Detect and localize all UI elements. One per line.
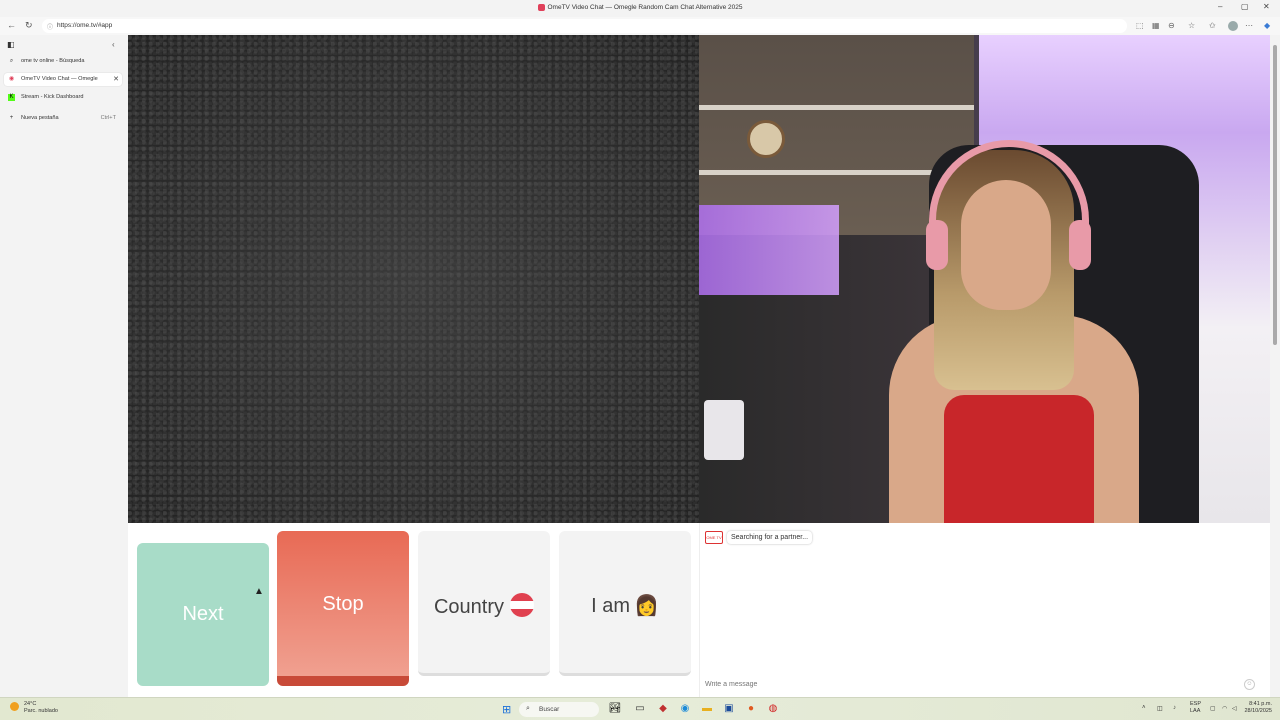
page-scrollbar[interactable]	[1270, 35, 1280, 697]
favorite-star-icon[interactable]: ☆	[1188, 21, 1195, 30]
ometv-app: Next Stop Country I am 👩 ▲ OME TV Searchin…	[128, 35, 1270, 697]
search-icon: ⌕	[526, 705, 530, 712]
new-tab-shortcut: Ctrl+T	[100, 115, 116, 121]
new-tab-label: Nueva pestaña	[21, 115, 59, 121]
country-label: Country	[433, 596, 505, 618]
display-icon[interactable]: ▢	[1210, 705, 1216, 712]
tab-label: OmeTV Video Chat — Omegle Random Cam Cha…	[21, 76, 99, 82]
app-icon[interactable]: ◆	[656, 702, 670, 716]
collapse-sidebar-icon[interactable]: ‹	[112, 40, 115, 49]
more-menu-icon[interactable]: ⋯	[1245, 21, 1253, 30]
tab-label: ome tv online - Búsqueda	[21, 58, 85, 64]
emoji-icon[interactable]: ☺	[1244, 679, 1255, 690]
profile-avatar[interactable]	[1228, 21, 1238, 31]
apps-icon[interactable]: ▦	[1152, 21, 1160, 30]
close-window-button[interactable]: ✕	[1263, 2, 1270, 11]
widgets-icon[interactable]: 🏞	[608, 702, 622, 716]
country-button[interactable]: Country	[418, 531, 550, 676]
wifi-icon[interactable]: ◠	[1222, 705, 1227, 712]
ometv-favicon	[537, 4, 545, 11]
search-icon: ⌕	[9, 58, 14, 64]
weather-icon	[10, 702, 19, 711]
reader-icon[interactable]: ⊖	[1168, 21, 1175, 30]
microphone-icon[interactable]: ♪	[1173, 705, 1176, 711]
search-status: Searching for a partner...	[727, 531, 813, 544]
tray-overflow-icon[interactable]: ˄	[1142, 705, 1146, 711]
store-icon[interactable]: ▣	[722, 702, 736, 716]
stop-button[interactable]: Stop	[277, 531, 409, 686]
window-titlebar: OmeTV Video Chat — Omegle Random Cam Cha…	[0, 0, 1280, 17]
back-icon[interactable]: ←	[7, 20, 16, 30]
windows-taskbar: 24°C Parc. nublado ⊞ ⌕ Buscar 🏞 ◆ ◉ ▭ ▬ …	[0, 697, 1280, 720]
chat-panel: OME TV Searching for a partner... ☺	[699, 523, 1261, 697]
tab-actions-icon[interactable]: ◧	[7, 40, 15, 49]
edge-icon[interactable]: ◉	[678, 702, 692, 716]
sidebar-tab-kick[interactable]: K Stream - Kick Dashboard	[4, 91, 122, 104]
language-indicator[interactable]: ESP LAA	[1190, 701, 1201, 715]
firefox-icon[interactable]: ●	[744, 702, 758, 716]
favorites-icon[interactable]: ✩	[1209, 21, 1216, 30]
task-view-icon[interactable]: ▭	[633, 702, 647, 716]
flag-icon	[510, 593, 535, 617]
windows-start-icon[interactable]: ⊞	[502, 703, 511, 716]
sidebar-tab-search[interactable]: ⌕ ome tv online - Búsqueda	[4, 55, 122, 68]
search-label: Buscar	[539, 706, 560, 713]
url-text: https://ome.tv/#app	[57, 22, 113, 29]
clock-date: 28/10/2025	[1244, 708, 1272, 714]
message-input[interactable]	[705, 678, 1257, 691]
gender-button[interactable]: I am 👩	[559, 531, 691, 676]
next-button[interactable]: Next	[137, 543, 269, 686]
system-clock[interactable]: 8:41 p.m. 28/10/2025	[1244, 701, 1272, 715]
taskbar-search[interactable]: ⌕ Buscar	[519, 702, 599, 717]
sidebar-tab-ometv[interactable]: ◉ OmeTV Video Chat — Omegle Random Cam C…	[4, 73, 122, 86]
file-explorer-icon[interactable]: ▬	[700, 702, 714, 716]
new-tab-button[interactable]: + Nueva pestaña Ctrl+T	[4, 112, 122, 125]
browser-toolbar: ← ↻ ⓘ https://ome.tv/#app ⬚ ▦ ⊖ ☆ ✩ ⋯ ◆	[0, 17, 1280, 35]
refresh-icon[interactable]: ↻	[25, 20, 33, 31]
site-info-icon[interactable]: ⓘ	[47, 22, 53, 31]
chrome-icon[interactable]: ◍	[766, 702, 780, 716]
kick-favicon: K	[8, 94, 15, 101]
plus-icon: +	[9, 115, 14, 121]
address-bar[interactable]: ⓘ https://ome.tv/#app	[42, 19, 1127, 33]
screen-cast-icon[interactable]: ⬚	[1136, 21, 1144, 30]
ometv-favicon: ◉	[8, 76, 15, 82]
vertical-tabs-sidebar: ◧ ‹ ⌕ ome tv online - Búsqueda ◉ OmeTV V…	[0, 35, 128, 697]
control-panel: Next Stop Country I am 👩 ▲	[128, 523, 699, 697]
clock-time: 8:41 p.m.	[1249, 701, 1272, 707]
ometv-tv-icon: OME TV	[705, 531, 723, 544]
partner-video-static	[128, 35, 699, 523]
woman-icon: 👩	[634, 595, 659, 617]
weather-widget[interactable]: 24°C Parc. nublado	[10, 701, 58, 715]
lang-bottom: LAA	[1190, 708, 1201, 714]
minimize-button[interactable]: –	[1218, 2, 1222, 11]
mouse-cursor-icon: ▲	[254, 586, 264, 597]
copilot-icon[interactable]: ◆	[1264, 21, 1270, 30]
maximize-button[interactable]: ▢	[1241, 2, 1249, 11]
network-app-icon[interactable]: ◫	[1157, 705, 1163, 712]
close-tab-icon[interactable]: ✕	[113, 75, 119, 83]
iam-label: I am	[591, 595, 630, 617]
volume-icon[interactable]: ◁	[1232, 705, 1237, 712]
self-webcam-video	[699, 35, 1270, 523]
lang-top: ESP	[1190, 701, 1202, 707]
window-title: OmeTV Video Chat — Omegle Random Cam Cha…	[547, 4, 743, 12]
tab-label: Stream - Kick Dashboard	[21, 94, 84, 100]
